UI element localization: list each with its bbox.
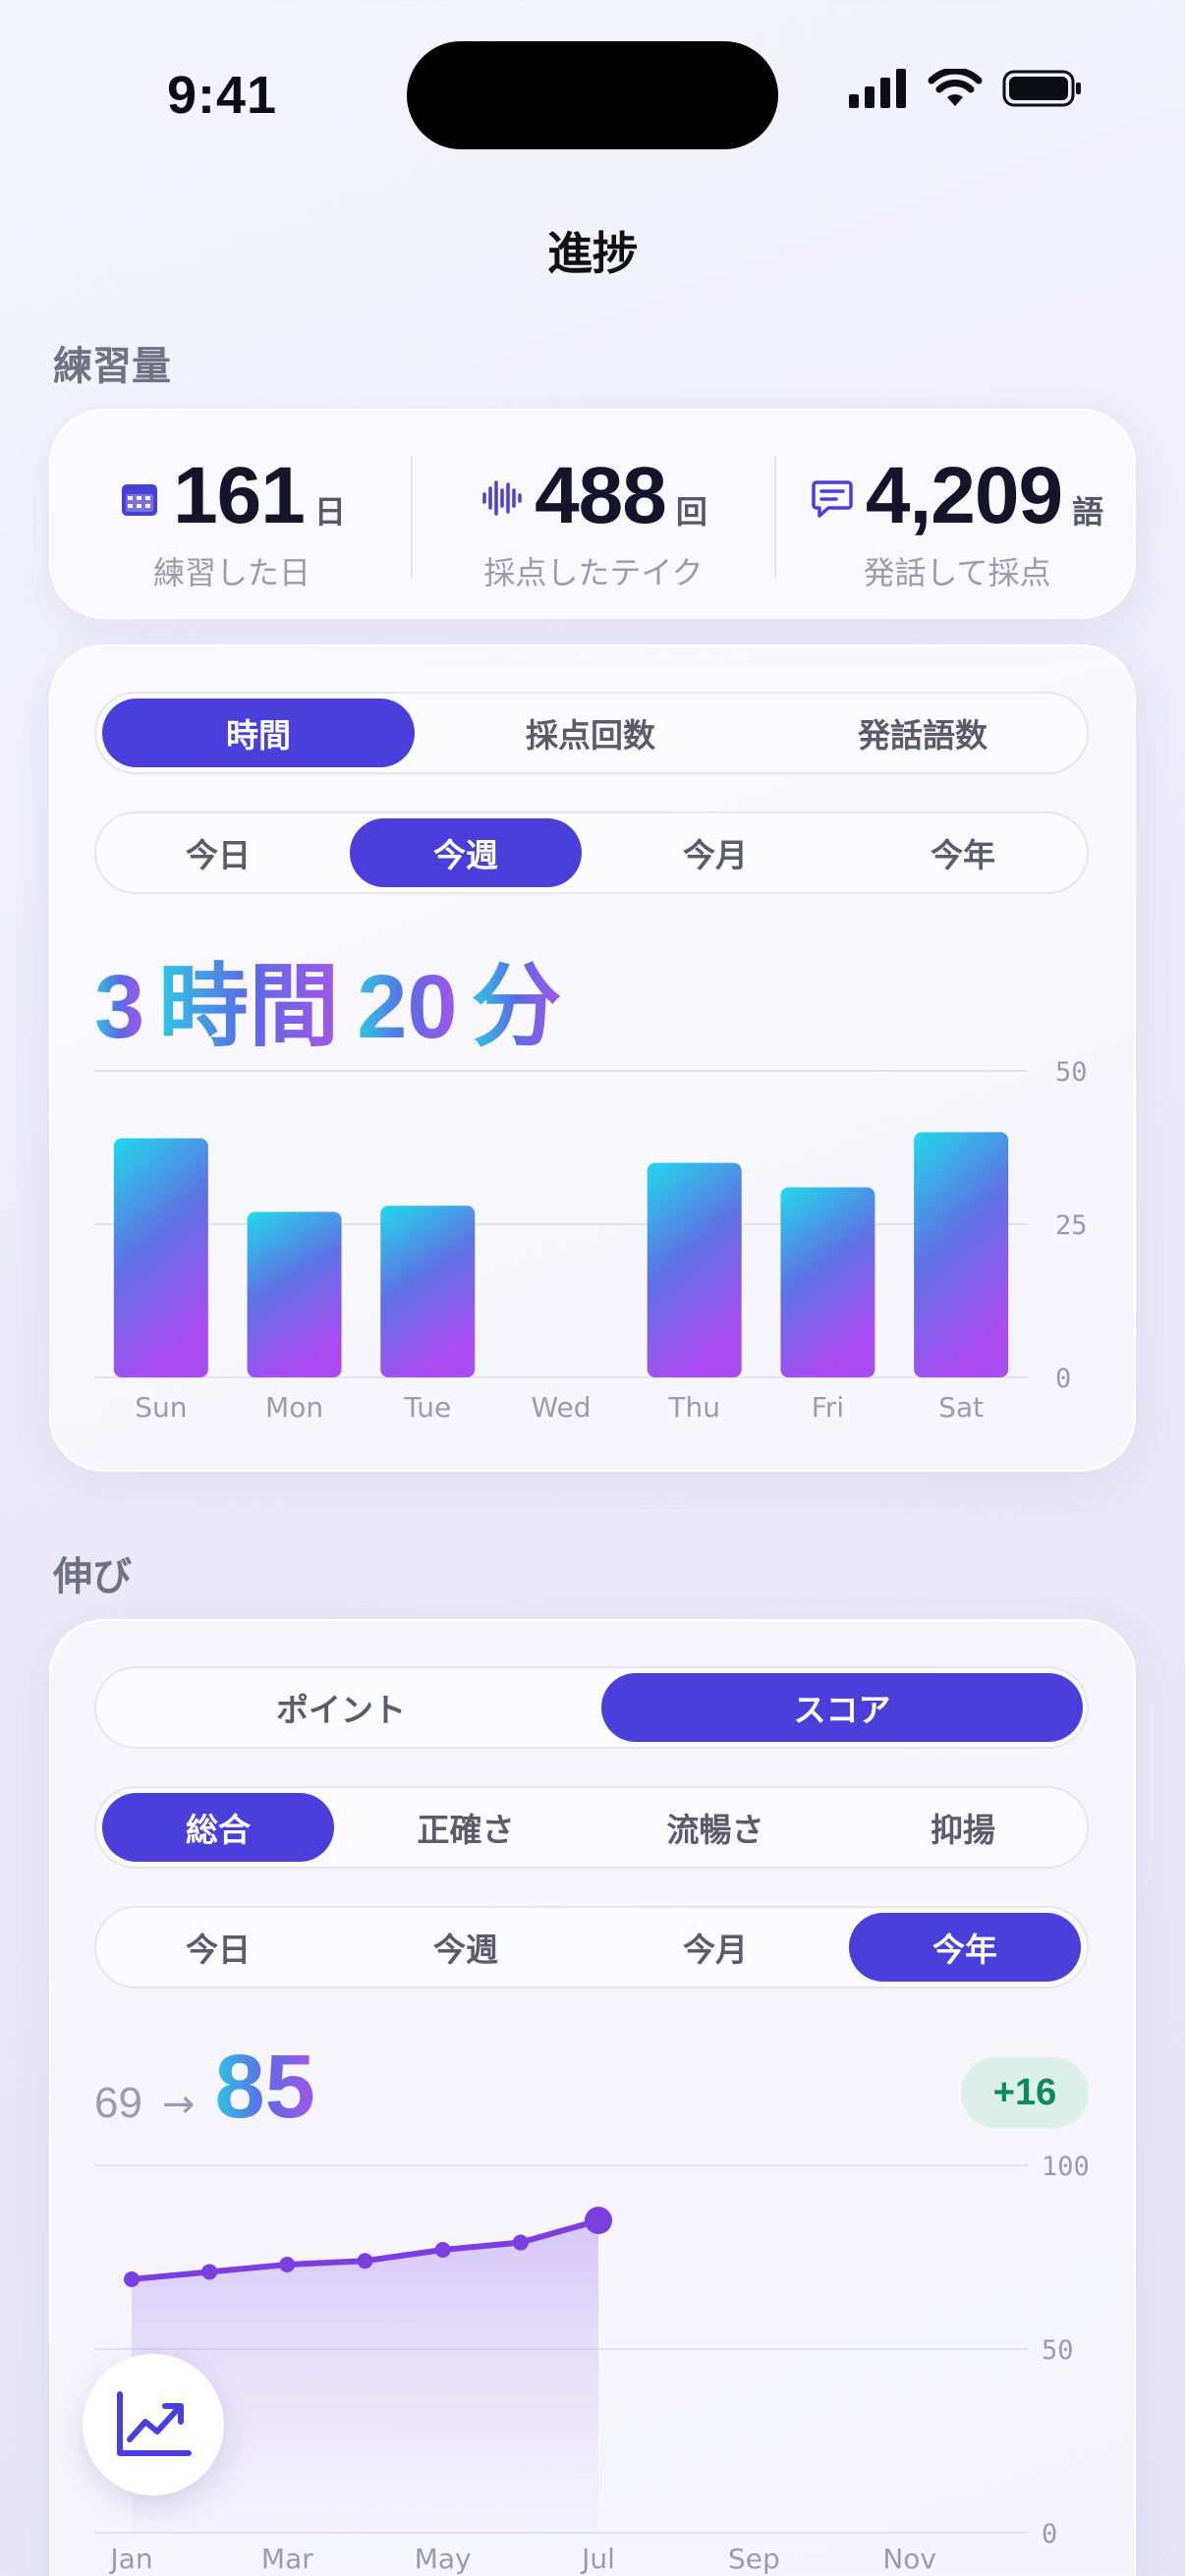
y-tick-label: 0 <box>1042 2519 1057 2549</box>
x-tick-label: Jan <box>108 2543 152 2575</box>
x-tick-label: Mar <box>261 2543 313 2575</box>
score-point <box>201 2264 218 2280</box>
x-tick-label: Sep <box>728 2543 780 2575</box>
y-tick-label: 50 <box>1042 2335 1074 2366</box>
score-point <box>124 2270 140 2287</box>
x-tick-label: May <box>415 2543 472 2575</box>
growth-line-chart: 0 50 100 Jan Mar May Jul Sep Nov <box>94 2152 1090 2575</box>
floating-chart-button[interactable] <box>83 2354 224 2495</box>
trend-chart-icon <box>117 2391 192 2456</box>
score-point <box>434 2242 451 2259</box>
x-tick-label: Jul <box>580 2543 615 2575</box>
y-tick-label: 100 <box>1042 2152 1090 2182</box>
score-point <box>357 2253 373 2269</box>
score-point <box>512 2234 529 2251</box>
score-point <box>585 2207 612 2235</box>
score-point <box>279 2256 296 2272</box>
x-tick-label: Nov <box>882 2543 936 2575</box>
